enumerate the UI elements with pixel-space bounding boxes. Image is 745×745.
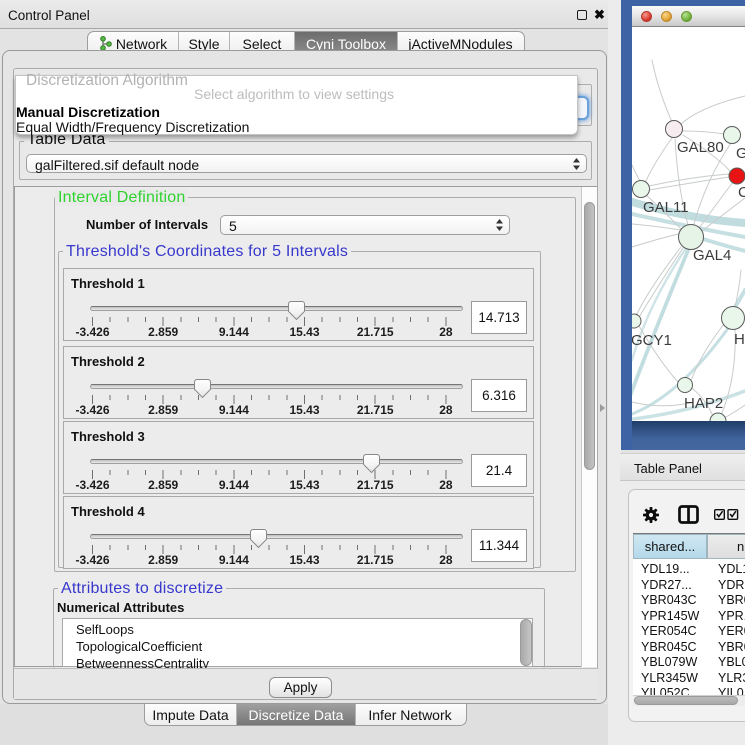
svg-text:HAP2: HAP2 (684, 395, 723, 412)
svg-text:GCY1: GCY1 (632, 332, 672, 349)
svg-text:GAL4: GAL4 (693, 247, 731, 264)
svg-text:C: C (738, 184, 745, 201)
svg-text:H: H (734, 331, 745, 348)
svg-text:GAL80: GAL80 (677, 139, 724, 156)
svg-text:GAL11: GAL11 (643, 199, 689, 216)
svg-text:GA: GA (736, 145, 745, 162)
